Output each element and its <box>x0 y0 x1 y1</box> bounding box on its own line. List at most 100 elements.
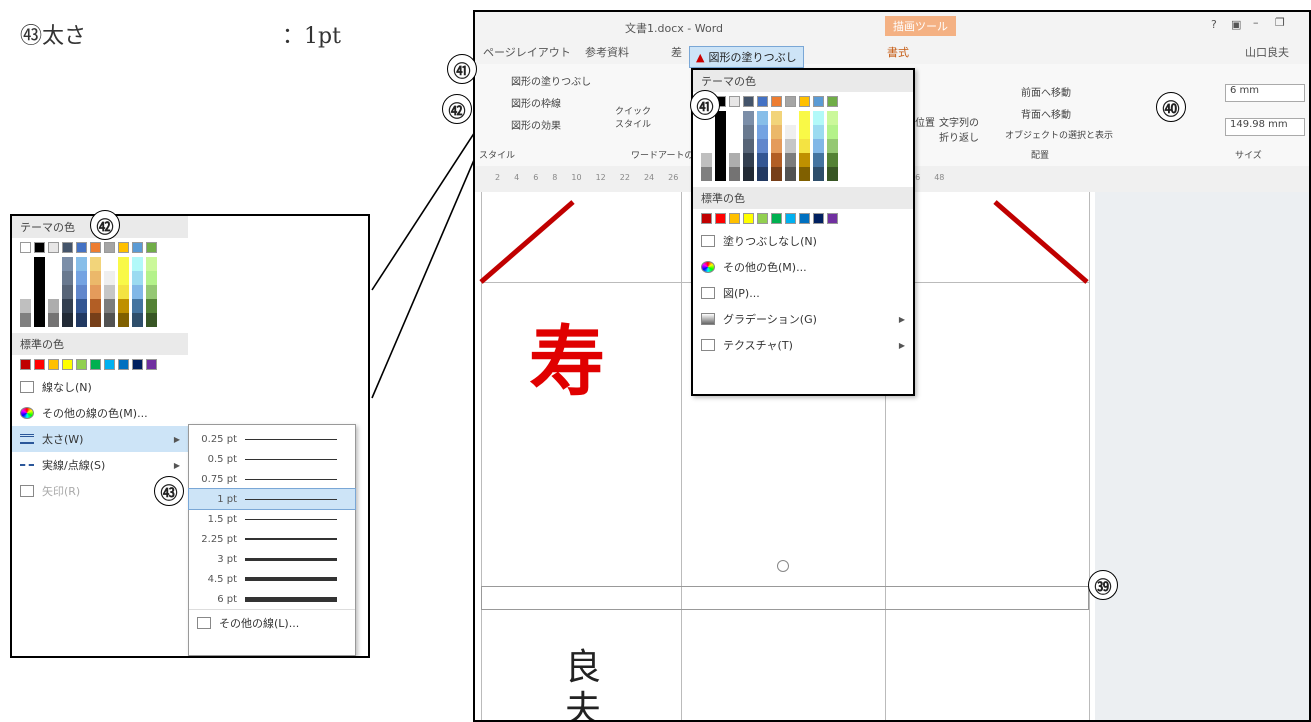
shade-swatch[interactable] <box>90 257 101 271</box>
theme-color-swatch[interactable] <box>76 242 87 253</box>
standard-color-swatch[interactable] <box>771 213 782 224</box>
weight-option[interactable]: 0.5 pt <box>189 449 355 469</box>
shade-swatch[interactable] <box>104 299 115 313</box>
shade-swatch[interactable] <box>118 313 129 327</box>
theme-color-swatch[interactable] <box>62 242 73 253</box>
theme-color-swatch[interactable] <box>785 96 796 107</box>
theme-color-swatch[interactable] <box>771 96 782 107</box>
shade-swatch[interactable] <box>146 271 157 285</box>
shade-swatch[interactable] <box>743 125 754 139</box>
shade-swatch[interactable] <box>76 257 87 271</box>
shade-swatch[interactable] <box>90 271 101 285</box>
weight-option[interactable]: 6 pt <box>189 589 355 609</box>
theme-color-swatch[interactable] <box>118 242 129 253</box>
standard-color-swatch[interactable] <box>729 213 740 224</box>
standard-color-swatch[interactable] <box>62 359 73 370</box>
shade-swatch[interactable] <box>48 271 59 285</box>
selected-textbox[interactable] <box>481 586 1089 610</box>
shade-swatch[interactable] <box>76 271 87 285</box>
shade-swatch[interactable] <box>785 139 796 153</box>
theme-color-swatch[interactable] <box>48 242 59 253</box>
shade-swatch[interactable] <box>785 167 796 181</box>
position-label[interactable]: 位置 <box>915 114 935 129</box>
standard-color-swatch[interactable] <box>118 359 129 370</box>
shade-swatch[interactable] <box>827 111 838 125</box>
shade-swatch[interactable] <box>118 257 129 271</box>
send-backward-button[interactable]: 背面へ移動 <box>1021 106 1071 121</box>
standard-color-swatch[interactable] <box>34 359 45 370</box>
shade-swatch[interactable] <box>20 271 31 285</box>
restore-icon[interactable]: ❐ <box>1275 16 1285 29</box>
weight-option[interactable]: 1.5 pt <box>189 509 355 529</box>
shade-swatch[interactable] <box>132 299 143 313</box>
standard-color-swatch[interactable] <box>146 359 157 370</box>
shade-swatch[interactable] <box>827 153 838 167</box>
shade-swatch[interactable] <box>813 139 824 153</box>
shade-swatch[interactable] <box>146 299 157 313</box>
mini-effect-item[interactable]: 図形の効果 <box>511 116 591 138</box>
shade-swatch[interactable] <box>729 111 740 125</box>
weight-option[interactable]: 4.5 pt <box>189 569 355 589</box>
shade-swatch[interactable] <box>701 125 712 139</box>
shade-swatch[interactable] <box>62 313 73 327</box>
quick-style-label[interactable]: クイック スタイル <box>615 104 655 130</box>
shade-swatch[interactable] <box>757 125 768 139</box>
picture-fill-item[interactable]: 図(P)... <box>693 280 913 306</box>
shade-swatch[interactable] <box>827 139 838 153</box>
standard-color-swatch[interactable] <box>48 359 59 370</box>
shade-swatch[interactable] <box>132 271 143 285</box>
shade-swatch[interactable] <box>771 139 782 153</box>
shade-swatch[interactable] <box>90 299 101 313</box>
shade-swatch[interactable] <box>799 153 810 167</box>
shade-swatch[interactable] <box>34 285 45 299</box>
shade-swatch[interactable] <box>771 111 782 125</box>
standard-color-swatch[interactable] <box>90 359 101 370</box>
standard-color-swatch[interactable] <box>757 213 768 224</box>
shade-swatch[interactable] <box>132 285 143 299</box>
tab-references[interactable]: 参考資料 <box>585 44 629 60</box>
tab-page-layout[interactable]: ページレイアウト <box>483 44 571 60</box>
shade-swatch[interactable] <box>701 153 712 167</box>
shade-swatch[interactable] <box>729 153 740 167</box>
theme-color-swatch[interactable] <box>729 96 740 107</box>
weight-option[interactable]: 0.25 pt <box>189 429 355 449</box>
ribbon-display-icon[interactable]: ▣ <box>1231 18 1241 31</box>
shade-swatch[interactable] <box>118 285 129 299</box>
user-name[interactable]: 山口良夫 <box>1245 44 1289 60</box>
shade-swatch[interactable] <box>90 313 101 327</box>
shade-swatch[interactable] <box>48 257 59 271</box>
shade-swatch[interactable] <box>813 125 824 139</box>
theme-color-swatch[interactable] <box>104 242 115 253</box>
shade-swatch[interactable] <box>757 153 768 167</box>
theme-color-swatch[interactable] <box>743 96 754 107</box>
standard-color-swatch[interactable] <box>715 213 726 224</box>
shade-swatch[interactable] <box>827 125 838 139</box>
shade-swatch[interactable] <box>62 271 73 285</box>
shade-swatch[interactable] <box>146 257 157 271</box>
shade-swatch[interactable] <box>34 313 45 327</box>
shade-swatch[interactable] <box>813 167 824 181</box>
shade-swatch[interactable] <box>799 139 810 153</box>
shade-swatch[interactable] <box>146 313 157 327</box>
shade-swatch[interactable] <box>799 167 810 181</box>
theme-color-swatch[interactable] <box>827 96 838 107</box>
standard-color-swatch[interactable] <box>76 359 87 370</box>
standard-color-swatch[interactable] <box>701 213 712 224</box>
standard-color-swatch[interactable] <box>132 359 143 370</box>
weight-item[interactable]: 太さ(W) ▶ <box>12 426 188 452</box>
shade-swatch[interactable] <box>118 299 129 313</box>
shade-swatch[interactable] <box>701 167 712 181</box>
shade-swatch[interactable] <box>757 111 768 125</box>
shade-swatch[interactable] <box>771 125 782 139</box>
standard-color-swatch[interactable] <box>785 213 796 224</box>
wrap-text-label[interactable]: 文字列の折り返し <box>939 114 979 144</box>
standard-color-swatch[interactable] <box>104 359 115 370</box>
theme-color-swatch[interactable] <box>34 242 45 253</box>
shade-swatch[interactable] <box>715 125 726 139</box>
shade-swatch[interactable] <box>48 285 59 299</box>
shade-swatch[interactable] <box>827 167 838 181</box>
shade-swatch[interactable] <box>813 153 824 167</box>
shade-swatch[interactable] <box>785 153 796 167</box>
shade-swatch[interactable] <box>20 257 31 271</box>
shade-swatch[interactable] <box>132 313 143 327</box>
